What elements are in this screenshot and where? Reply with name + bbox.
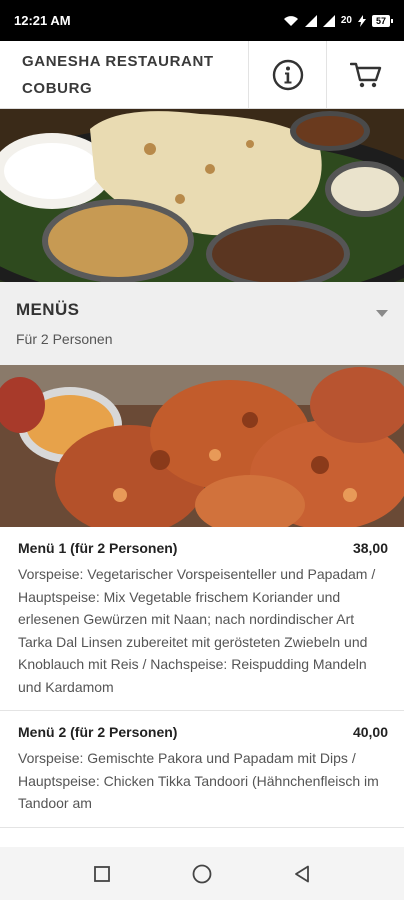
wifi-icon	[283, 15, 298, 26]
restaurant-name: GANESHA RESTAURANT COBURG	[0, 41, 248, 108]
menu-item-name: Menü 1 (für 2 Personen)	[18, 540, 178, 556]
cart-button[interactable]	[326, 41, 404, 108]
charging-icon	[357, 14, 366, 27]
menu-item-list: Menü 1 (für 2 Personen) 38,00 Vorspeise:…	[0, 527, 404, 847]
status-time: 12:21 AM	[14, 13, 71, 28]
hero-image	[0, 109, 404, 282]
menu-item[interactable]: Menü 2 (für 2 Personen) 40,00 Vorspeise:…	[0, 711, 404, 828]
app-header: GANESHA RESTAURANT COBURG	[0, 41, 404, 109]
signal-icon-2	[322, 14, 335, 27]
menu-item-price: 38,00	[352, 540, 388, 556]
status-icons: 20 57	[283, 14, 394, 27]
restaurant-name-line2: COBURG	[22, 79, 93, 97]
info-button[interactable]	[248, 41, 326, 108]
home-button[interactable]	[187, 859, 217, 889]
square-icon	[94, 865, 110, 882]
cart-icon	[349, 62, 381, 87]
info-icon	[272, 59, 303, 90]
menu-category-title: MENÜS	[16, 300, 80, 319]
menu-item[interactable]: Menü 1 (für 2 Personen) 38,00 Vorspeise:…	[0, 527, 404, 711]
signal-icon	[304, 14, 317, 27]
system-nav-bar	[0, 847, 404, 900]
circle-icon	[192, 864, 212, 883]
category-image	[0, 365, 404, 527]
menu-item-description: Vorspeise: Vegetarischer Vorspeisentelle…	[18, 566, 376, 695]
menu-category-header[interactable]: MENÜS Für 2 Personen	[0, 282, 404, 365]
caret-down-icon[interactable]	[376, 310, 388, 317]
restaurant-name-line1: GANESHA RESTAURANT	[22, 52, 214, 70]
battery-level: 57	[371, 14, 394, 27]
menu-category-subtitle: Für 2 Personen	[16, 331, 113, 347]
menu-item-price: 40,00	[352, 724, 388, 740]
status-bar: 12:21 AM 20 57	[0, 0, 404, 41]
back-button[interactable]	[287, 859, 317, 889]
data-rate: 20	[340, 15, 352, 26]
menu-item-description: Vorspeise: Gemischte Pakora und Papadam …	[18, 750, 379, 811]
menu-item-name: Menü 2 (für 2 Personen)	[18, 724, 178, 740]
back-triangle-icon	[295, 865, 309, 882]
recents-button[interactable]	[87, 859, 117, 889]
